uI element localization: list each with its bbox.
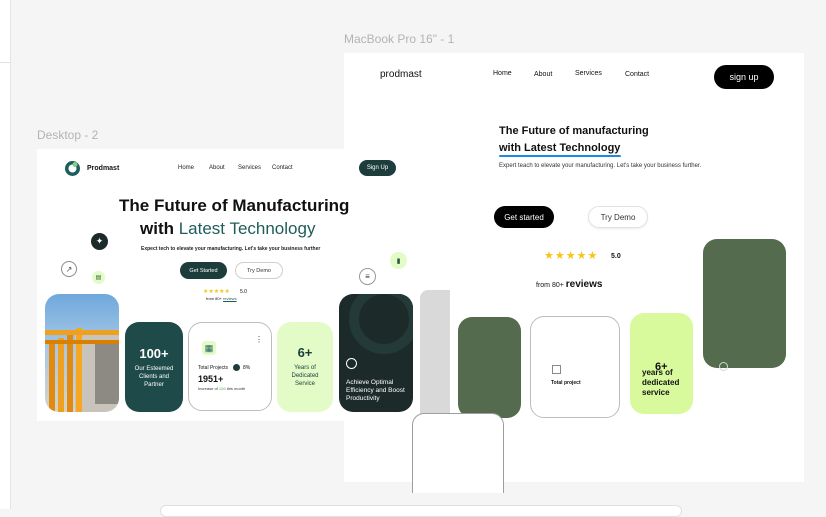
rating-value: 5.0 — [240, 289, 247, 295]
grey-strip — [420, 290, 450, 416]
desktop-frame-label[interactable]: Desktop - 2 — [37, 128, 98, 142]
brand-name[interactable]: Prodmast — [87, 165, 119, 172]
efficiency-card[interactable]: Achieve Optimal Efficiency and Boost Pro… — [339, 294, 413, 412]
try-demo-button[interactable]: Try Demo — [235, 262, 283, 279]
trend-icon — [233, 364, 240, 371]
hero-title-line2: with Latest Technology — [140, 219, 315, 239]
nav-about[interactable]: About — [209, 165, 225, 171]
reviews-from: from 80+ — [536, 282, 566, 289]
try-demo-button[interactable]: Try Demo — [588, 206, 648, 228]
rating-stars: ★★★★★ — [544, 250, 599, 262]
signup-label: Sign Up — [366, 165, 389, 171]
factory-image — [45, 294, 119, 412]
signup-button[interactable]: sign up — [714, 65, 774, 89]
rating-stars: ★★★★★ — [203, 289, 230, 295]
logo-icon — [64, 160, 81, 177]
years-card[interactable]: 6+ years of dedicated service — [630, 313, 693, 414]
hero-title-line2: with Latest Technology — [499, 142, 621, 154]
projects-increase: Increase of 126 this month — [198, 386, 245, 391]
nav-home[interactable]: Home — [178, 165, 194, 171]
nav-services[interactable]: Services — [575, 70, 602, 77]
nav-home[interactable]: Home — [493, 70, 512, 77]
nav-contact[interactable]: Contact — [272, 165, 293, 171]
document-icon: ▤ — [92, 271, 105, 284]
outlined-card[interactable] — [412, 413, 504, 493]
nav-about[interactable]: About — [534, 71, 552, 78]
get-started-label: Get started — [504, 212, 544, 222]
try-demo-label: Try Demo — [247, 267, 271, 274]
nav-contact[interactable]: Contact — [625, 71, 649, 78]
sparkle-icon: ✦ — [91, 233, 108, 250]
total-project-label: Total project — [551, 380, 581, 386]
hero-title-line1: The Future of Manufacturing — [119, 196, 350, 215]
reviews-from: from 80+ — [206, 296, 224, 301]
clients-card[interactable]: 100+ Our Esteemed Clients and Partner — [125, 322, 183, 412]
efficiency-text: Achieve Optimal Efficiency and Boost Pro… — [346, 379, 405, 402]
hero-underline — [499, 155, 621, 157]
clock-icon — [346, 358, 357, 369]
try-demo-label: Try Demo — [600, 212, 636, 222]
hero-subtitle: Expert teach to elevate your manufacturi… — [499, 163, 702, 169]
hero-prefix: with — [140, 219, 179, 238]
projects-pct: 8% — [243, 365, 251, 371]
decor-circle-icon — [349, 294, 413, 354]
projects-label: Total Projects — [198, 365, 229, 371]
reviews-line: from 80+ reviews — [206, 296, 237, 301]
card-dot-icon — [719, 362, 728, 371]
project-icon — [552, 365, 561, 374]
years-card[interactable]: 6+ Years of Dedicated Service — [277, 322, 333, 412]
list-icon: ≡ — [359, 268, 376, 285]
more-options-icon[interactable]: ⋮ — [255, 335, 263, 344]
nav-services[interactable]: Services — [238, 165, 261, 171]
reviews-word: reviews — [565, 279, 603, 290]
projects-icon: ▦ — [202, 341, 216, 355]
reviews-line: from 80+ reviews — [536, 274, 602, 292]
years-text: years of dedicated service — [642, 368, 680, 397]
projects-card[interactable]: ▦ ⋮ Total Projects 8% 1951+ Increase of … — [188, 322, 272, 411]
olive-card-large[interactable] — [703, 239, 786, 371]
total-project-card[interactable]: Total project — [530, 316, 620, 418]
canvas-left-strip — [0, 0, 11, 509]
hero-highlight: Latest Technology — [178, 219, 316, 238]
reviews-link[interactable]: reviews — [223, 296, 237, 301]
hero-title-line1: The Future of manufacturing — [499, 125, 649, 137]
clients-number: 100+ — [139, 346, 169, 361]
arrow-up-right-icon: ↗ — [61, 261, 77, 277]
bar-chart-icon: ▮ — [390, 252, 407, 269]
rating-value: 5.0 — [611, 253, 621, 260]
olive-card-small[interactable] — [458, 317, 521, 418]
macbook-frame-label[interactable]: MacBook Pro 16" - 1 — [344, 32, 454, 46]
years-text: Years of Dedicated Service — [291, 365, 319, 387]
canvas-left-strip-divider — [0, 62, 10, 63]
signup-label: sign up — [729, 72, 759, 82]
clients-text: Our Esteemed Clients and Partner — [134, 366, 174, 388]
increase-value: 126 — [218, 386, 226, 391]
get-started-button[interactable]: Get Started — [180, 262, 227, 279]
signup-button[interactable]: Sign Up — [359, 160, 396, 176]
years-number: 6+ — [297, 345, 313, 360]
get-started-label: Get Started — [189, 267, 218, 274]
brand-name[interactable]: prodmast — [380, 69, 422, 80]
increase-prefix: Increase of — [198, 386, 219, 391]
get-started-button[interactable]: Get started — [494, 206, 554, 228]
increase-suffix: this month — [225, 386, 246, 391]
projects-number: 1951+ — [198, 374, 224, 384]
hero-subtitle: Expect tech to elevate your manufacturin… — [141, 246, 321, 252]
bottom-panel — [160, 505, 682, 517]
desktop-frame[interactable]: Prodmast Home About Services Contact Sig… — [37, 149, 413, 421]
